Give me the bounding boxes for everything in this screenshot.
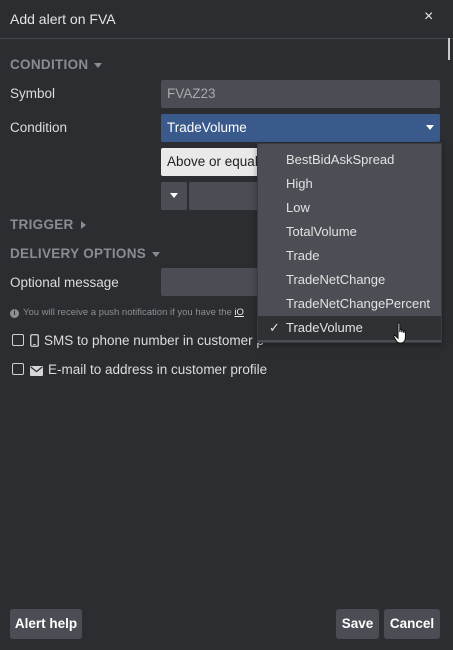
dropdown-option[interactable]: TradeNetChangePercent [258, 292, 441, 316]
dropdown-option[interactable]: Low [258, 196, 441, 220]
sms-checkbox[interactable] [12, 334, 24, 346]
close-icon[interactable]: × [424, 8, 433, 26]
dropdown-option[interactable]: TotalVolume [258, 220, 441, 244]
delivery-section-toggle[interactable]: DELIVERY OPTIONS [10, 246, 161, 261]
symbol-field[interactable]: FVAZ23 [161, 80, 440, 108]
dropdown-option-selected[interactable]: ✓ TradeVolume [258, 316, 441, 340]
email-checkbox[interactable] [12, 363, 24, 375]
dropdown-option-label: TradeNetChangePercent [286, 296, 431, 311]
dropdown-option-label: TradeVolume [286, 320, 363, 335]
phone-icon [30, 334, 39, 350]
dropdown-option[interactable]: BestBidAskSpread [258, 148, 441, 172]
symbol-value: FVAZ23 [167, 86, 216, 101]
alert-help-button[interactable]: Alert help [10, 609, 82, 639]
value-type-dropdown-button[interactable] [161, 182, 187, 210]
dropdown-option-label: TotalVolume [286, 224, 357, 239]
email-option[interactable]: E-mail to address in customer profile [12, 362, 267, 379]
condition-section-heading: CONDITION [10, 57, 89, 72]
chevron-down-icon [152, 251, 161, 257]
condition-dropdown-menu: BestBidAskSpread High Low TotalVolume Tr… [257, 143, 442, 343]
dropdown-option-label: TradeNetChange [286, 272, 386, 287]
trigger-section-toggle[interactable]: TRIGGER [10, 217, 86, 232]
dropdown-option[interactable]: High [258, 172, 441, 196]
info-icon: i [10, 309, 19, 318]
delivery-section-heading: DELIVERY OPTIONS [10, 246, 147, 261]
dropdown-option-label: BestBidAskSpread [286, 152, 395, 167]
dropdown-option-label: Trade [286, 248, 320, 263]
dropdown-option[interactable]: Trade [258, 244, 441, 268]
condition-section-toggle[interactable]: CONDITION [10, 57, 103, 72]
email-label: E-mail to address in customer profile [48, 362, 268, 377]
condition-label: Condition [10, 120, 68, 135]
dropdown-option-label: High [286, 176, 313, 191]
cancel-button[interactable]: Cancel [384, 609, 440, 639]
dialog-header: Add alert on FVA × [0, 0, 453, 39]
ios-app-link[interactable]: iO [234, 307, 244, 318]
symbol-label: Symbol [10, 86, 56, 101]
trigger-section-heading: TRIGGER [10, 217, 74, 232]
dialog-title: Add alert on FVA [10, 11, 116, 27]
note-text: You will receive a push notification if … [23, 307, 235, 318]
condition-select[interactable]: TradeVolume [161, 114, 440, 142]
save-button[interactable]: Save [336, 609, 379, 639]
message-input[interactable] [161, 268, 261, 296]
operator-select[interactable]: Above or equal [161, 148, 271, 176]
operator-select-value: Above or equal [167, 154, 258, 169]
message-label: Optional message [10, 275, 119, 290]
push-notification-note: i You will receive a push notification if… [10, 307, 244, 318]
scrollbar-thumb[interactable] [448, 38, 450, 60]
sms-option[interactable]: SMS to phone number in customer p [12, 333, 264, 350]
hand-cursor-icon [393, 322, 409, 351]
condition-select-value: TradeVolume [167, 120, 247, 135]
dropdown-option-label: Low [286, 200, 310, 215]
checkmark-icon: ✓ [269, 320, 280, 335]
chevron-down-icon [94, 62, 103, 68]
chevron-right-icon [80, 221, 86, 230]
envelope-icon [30, 364, 43, 379]
chevron-down-icon [170, 193, 178, 198]
dropdown-option[interactable]: TradeNetChange [258, 268, 441, 292]
sms-label: SMS to phone number in customer p [44, 333, 264, 348]
chevron-down-icon [426, 125, 434, 130]
